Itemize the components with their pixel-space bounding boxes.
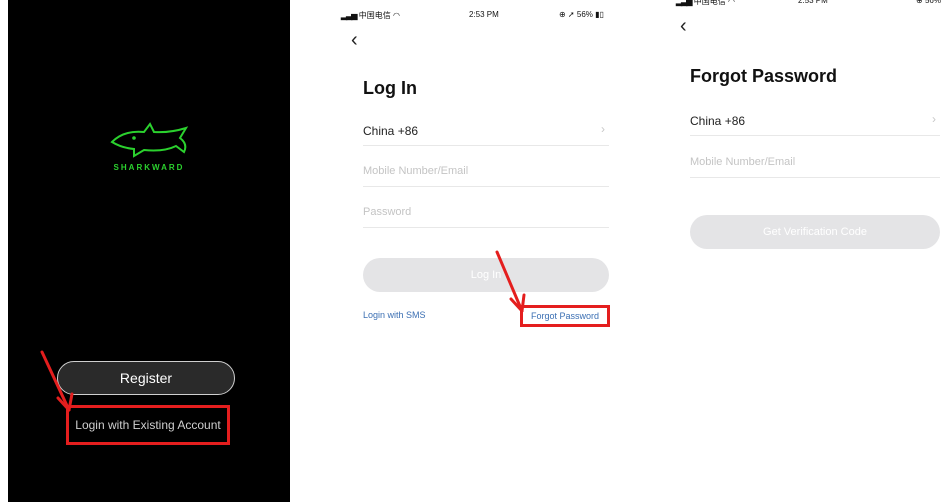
annotation-arrows [40,250,526,412]
arrow-to-forgot-password [495,250,524,313]
arrow-to-existing-account [40,350,71,412]
